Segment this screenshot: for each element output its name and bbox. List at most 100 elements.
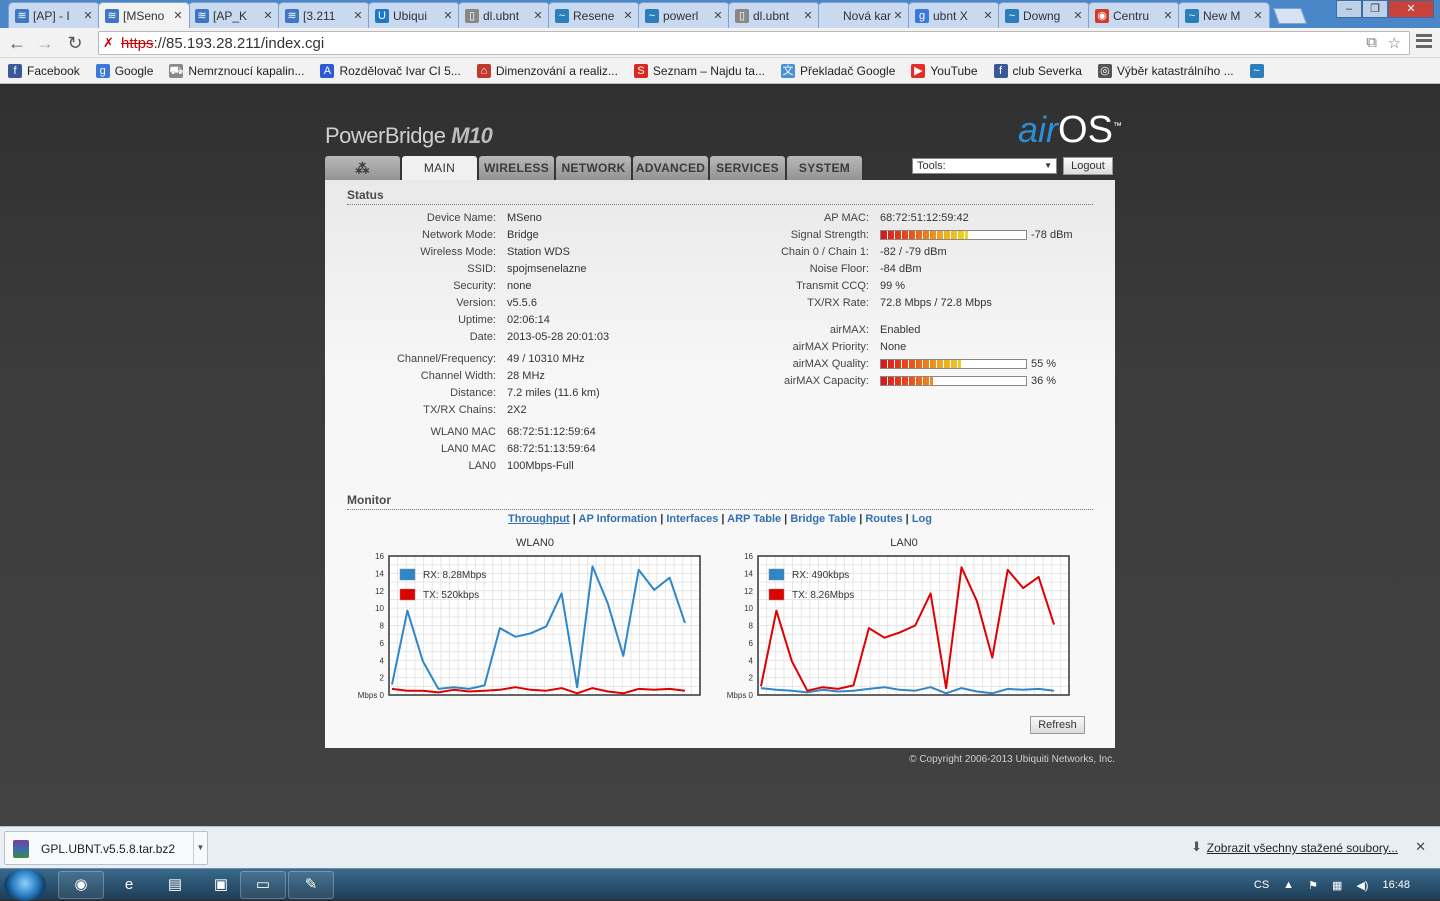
legend-label: TX: 8.26Mbps	[792, 590, 854, 601]
app-taskbar-icon[interactable]: ▣	[198, 871, 244, 899]
minimize-button[interactable]: –	[1336, 0, 1362, 18]
browser-tab[interactable]: ~ powerl ✕	[638, 2, 730, 28]
new-tab-button[interactable]	[1273, 8, 1307, 24]
explorer-taskbar-icon[interactable]: ▤	[152, 871, 198, 899]
show-all-downloads-link[interactable]: Zobrazit všechny stažené soubory...	[1207, 841, 1398, 855]
close-tab-icon[interactable]: ✕	[713, 9, 723, 22]
tab-services[interactable]: SERVICES	[710, 156, 785, 180]
tab-title: Resene	[573, 8, 615, 23]
monitor-link[interactable]: Interfaces	[666, 513, 718, 525]
address-bar[interactable]: ✗ https://85.193.28.211/index.cgi ⧉ ☆	[98, 31, 1410, 55]
close-tab-icon[interactable]: ✕	[803, 9, 813, 22]
close-tab-icon[interactable]: ✕	[1073, 9, 1083, 22]
star-icon[interactable]: ☆	[1388, 34, 1401, 52]
browser-tab[interactable]: ◉ Centru ✕	[1088, 2, 1180, 28]
close-tab-icon[interactable]: ✕	[893, 9, 903, 22]
chrome-taskbar-icon[interactable]: ◉	[58, 871, 104, 899]
start-button[interactable]	[4, 869, 46, 901]
bookmark-item[interactable]: A Rozdělovač Ivar CI 5...	[320, 63, 461, 78]
tab-advanced[interactable]: ADVANCED	[633, 156, 708, 180]
close-tab-icon[interactable]: ✕	[353, 9, 363, 22]
monitor-link[interactable]: Log	[912, 513, 932, 525]
close-tab-icon[interactable]: ✕	[263, 9, 273, 22]
broken-lock-icon[interactable]: ✗	[103, 35, 119, 51]
close-tab-icon[interactable]: ✕	[1253, 9, 1263, 22]
close-tab-icon[interactable]: ✕	[443, 9, 453, 22]
throughput-chart: Mbps 0 2 4 6 8 10 12 14 16 RX: 8.28Mbps TX: 520kbp…	[358, 553, 701, 700]
monitor-link[interactable]: Throughput	[508, 513, 570, 525]
legend-swatch	[399, 568, 416, 581]
browser-tab[interactable]: ▯ dl.ubnt ✕	[458, 2, 550, 28]
chevron-down-icon[interactable]: ▼	[193, 832, 207, 864]
menu-icon[interactable]	[1416, 34, 1432, 48]
browser-tab[interactable]: ≋ [3.211 ✕	[278, 2, 370, 28]
browser-tab[interactable]: ▯ dl.ubnt ✕	[728, 2, 820, 28]
browser-toolbar: ← → ↻ ✗ https://85.193.28.211/index.cgi …	[0, 28, 1440, 58]
google-icon: g	[915, 8, 929, 23]
close-icon[interactable]: ✕	[1415, 839, 1426, 855]
tools-select[interactable]: Tools: ▼	[912, 158, 1057, 174]
logout-button[interactable]: Logout	[1063, 157, 1113, 175]
bookmark-item[interactable]: ⛟ Nemrznoucí kapalin...	[169, 63, 304, 78]
close-tab-icon[interactable]: ✕	[533, 9, 543, 22]
network-icon[interactable]: ▦	[1332, 879, 1342, 892]
volume-icon[interactable]: ◀)	[1356, 879, 1368, 892]
close-tab-icon[interactable]: ✕	[173, 9, 183, 22]
bookmark-item[interactable]: f Facebook	[8, 63, 80, 78]
tab-label: WIRELESS	[483, 161, 550, 175]
flag-icon[interactable]: ⚑	[1308, 879, 1318, 892]
monitor-links: Throughput | AP Information | Interfaces…	[325, 513, 1115, 525]
download-item[interactable]: GPL.UBNT.v5.5.8.tar.bz2 ▼	[4, 831, 208, 865]
browser-tab[interactable]: ≋ [AP] - I ✕	[8, 2, 100, 28]
close-tab-icon[interactable]: ✕	[623, 9, 633, 22]
forward-icon[interactable]: →	[34, 32, 56, 54]
back-icon[interactable]: ←	[6, 32, 28, 54]
browser-tab[interactable]: g ubnt X ✕	[908, 2, 1000, 28]
bookmark-item[interactable]: S Seznam – Najdu ta...	[633, 63, 765, 78]
bookmark-item[interactable]: ⌂ Dimenzování a realiz...	[476, 63, 618, 78]
browser-tab[interactable]: ~ Resene ✕	[548, 2, 640, 28]
bookmark-item[interactable]: ▶ YouTube	[911, 63, 978, 78]
clock[interactable]: 16:48	[1382, 879, 1410, 891]
monitor-link[interactable]: AP Information	[579, 513, 658, 525]
monitor-link[interactable]: Bridge Table	[790, 513, 856, 525]
bookmark-item[interactable]: 文 Překladač Google	[780, 63, 895, 78]
close-window-button[interactable]: ✕	[1388, 0, 1434, 18]
browser-tab[interactable]: ≋ [AP_K ✕	[188, 2, 280, 28]
browser-tab[interactable]: Nová kart ✕	[818, 2, 910, 28]
tab-ubnt-logo[interactable]: ⁂	[325, 156, 400, 180]
monitor-link[interactable]: ARP Table	[727, 513, 781, 525]
browser-tab[interactable]: ~ Downg ✕	[998, 2, 1090, 28]
tab-wireless[interactable]: WIRELESS	[479, 156, 554, 180]
tab-main[interactable]: MAIN	[402, 156, 477, 181]
browser-tab[interactable]: ~ New M ✕	[1178, 2, 1270, 28]
refresh-button[interactable]: Refresh	[1030, 716, 1085, 734]
tab-system[interactable]: SYSTEM	[787, 156, 862, 180]
tray-arrow-icon[interactable]: ▲	[1283, 879, 1294, 891]
rss-icon: ≋	[195, 8, 209, 23]
close-tab-icon[interactable]: ✕	[1163, 9, 1173, 22]
browser-tab[interactable]: ≋ [MSeno ✕	[98, 2, 190, 28]
reload-icon[interactable]: ↻	[64, 32, 86, 54]
window-taskbar-icon[interactable]: ▭	[240, 871, 286, 899]
field-value: 68:72:51:12:59:42	[880, 212, 969, 224]
close-tab-icon[interactable]: ✕	[983, 9, 993, 22]
y-tick-label: 2	[749, 674, 754, 683]
browser-tab[interactable]: U Ubiqui ✕	[368, 2, 460, 28]
bookmark-item[interactable]: ~	[1249, 63, 1269, 78]
translate-page-icon[interactable]: ⧉	[1366, 34, 1377, 51]
y-tick-label: 16	[744, 553, 753, 561]
ie-taskbar-icon[interactable]: e	[106, 871, 152, 899]
link-separator: |	[902, 513, 912, 525]
tab-network[interactable]: NETWORK	[556, 156, 631, 180]
bookmark-item[interactable]: f club Severka	[993, 63, 1082, 78]
bookmark-item[interactable]: g Google	[95, 63, 153, 78]
bookmark-item[interactable]: ◎ Výběr katastrálního ...	[1097, 63, 1234, 78]
monitor-link[interactable]: Routes	[865, 513, 902, 525]
close-tab-icon[interactable]: ✕	[83, 9, 93, 22]
language-indicator[interactable]: CS	[1254, 879, 1269, 891]
field-label: Signal Strength:	[790, 229, 869, 241]
paint-taskbar-icon[interactable]: ✎	[288, 871, 334, 899]
house-icon: ⌂	[476, 63, 491, 78]
maximize-button[interactable]: ❐	[1362, 0, 1388, 18]
